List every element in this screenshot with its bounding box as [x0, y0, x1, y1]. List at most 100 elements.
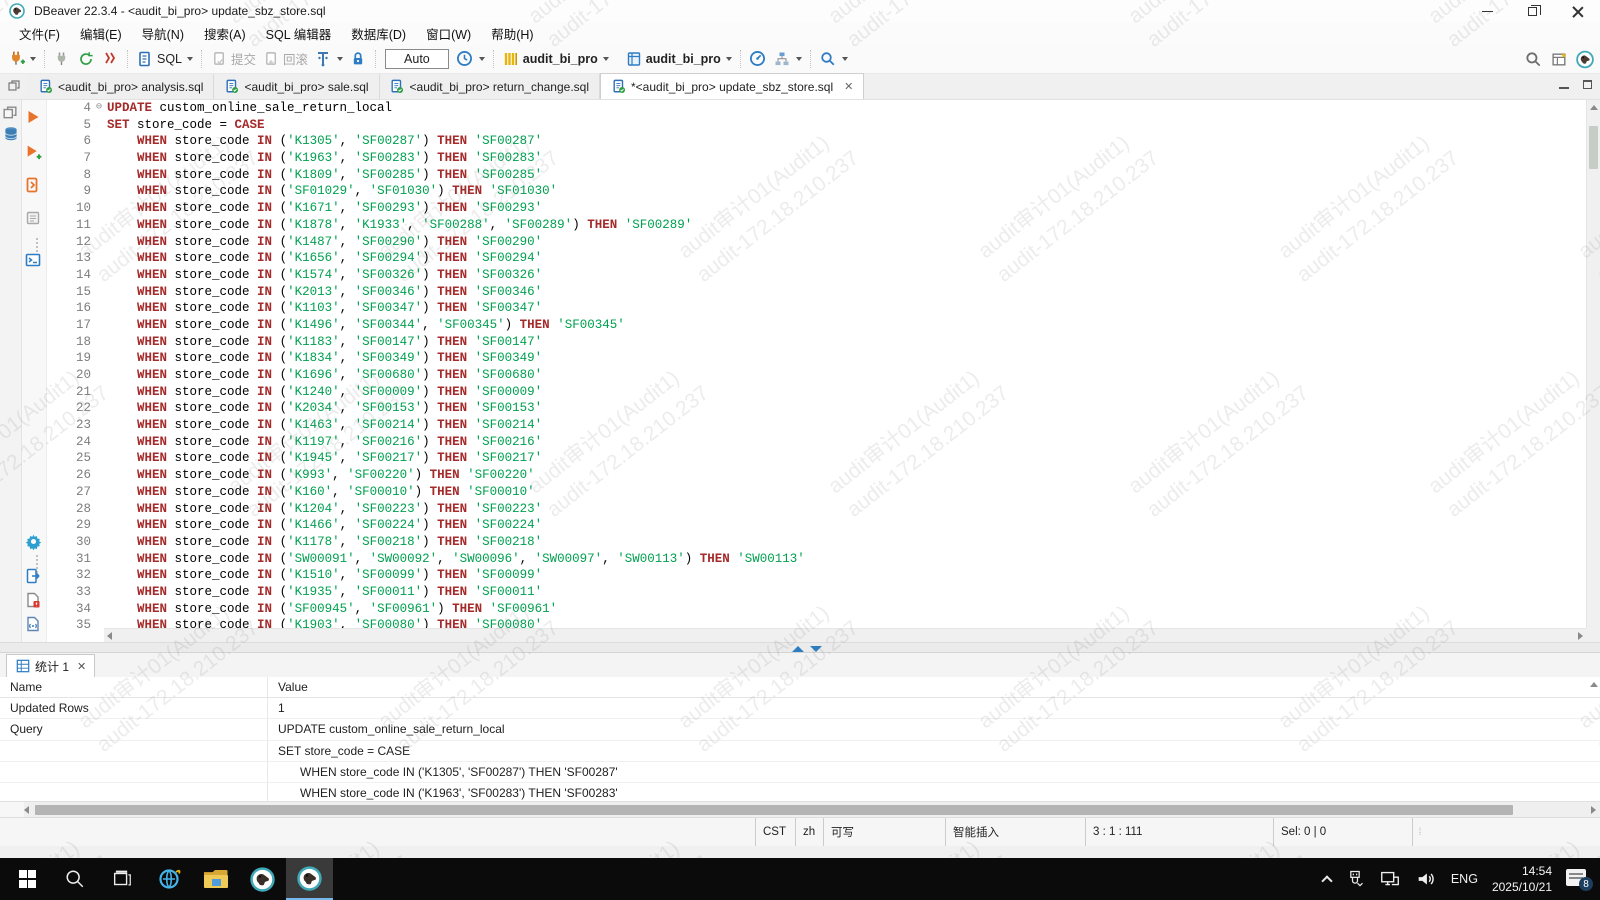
autocommit-mode-box[interactable]: Auto — [385, 49, 449, 69]
execution-plan-button[interactable] — [770, 48, 805, 70]
menu-item[interactable]: 窗口(W) — [417, 21, 480, 46]
row-value-cell[interactable]: 1 — [268, 698, 285, 718]
dashboard-button[interactable] — [746, 48, 770, 70]
status-segment[interactable]: 3 : 1 : 111 — [1085, 818, 1273, 846]
code-line[interactable]: 23 WHEN store_code IN ('K1463', 'SF00214… — [47, 417, 1586, 434]
status-segment[interactable]: Sel: 0 | 0 — [1273, 818, 1413, 846]
sash-maximize-icon[interactable] — [792, 646, 804, 652]
code-line[interactable]: 29 WHEN store_code IN ('K1466', 'SF00224… — [47, 517, 1586, 534]
code-line[interactable]: 5SET store_code = CASE — [47, 117, 1586, 134]
file-explorer-button[interactable] — [192, 858, 239, 900]
grid-header-name[interactable]: Name — [0, 677, 268, 697]
status-segment[interactable]: 智能插入 — [945, 818, 1085, 846]
code-line[interactable]: 32 WHEN store_code IN ('K1510', 'SF00099… — [47, 567, 1586, 584]
lock-button[interactable] — [346, 48, 370, 70]
window-close-button[interactable] — [1555, 0, 1600, 22]
code-line[interactable]: 11 WHEN store_code IN ('K1878', 'K1933',… — [47, 217, 1586, 234]
code-line[interactable]: 24 WHEN store_code IN ('K1197', 'SF00216… — [47, 434, 1586, 451]
connection-selector[interactable]: audit_bi_pro — [499, 48, 612, 70]
connect-button[interactable] — [50, 48, 74, 70]
code-line[interactable]: 35 WHEN store_code IN ('K1903', 'SF00080… — [47, 617, 1586, 628]
maximize-editor-icon[interactable] — [1583, 80, 1592, 89]
editor-tab[interactable]: *<audit_bi_pro> update_sbz_store.sql✕ — [600, 73, 864, 99]
row-value-cell[interactable]: SET store_code = CASE — [268, 741, 410, 761]
sql-console-button[interactable] — [25, 252, 41, 268]
dbeaver-taskbar-button-active[interactable] — [286, 858, 333, 900]
export-result-icon[interactable] — [25, 568, 41, 584]
code-line[interactable]: 13 WHEN store_code IN ('K1656', 'SF00294… — [47, 250, 1586, 267]
code-line[interactable]: 25 WHEN store_code IN ('K1945', 'SF00217… — [47, 450, 1586, 467]
script-output-icon[interactable] — [25, 616, 41, 632]
restore-panel-icon[interactable] — [5, 77, 23, 95]
save-report-icon[interactable] — [25, 592, 41, 608]
quick-access-search-icon[interactable] — [1524, 50, 1542, 68]
disconnect-button[interactable] — [98, 48, 122, 70]
code-line[interactable]: 22 WHEN store_code IN ('K2034', 'SF00153… — [47, 400, 1586, 417]
editor-tab[interactable]: <audit_bi_pro> analysis.sql — [28, 74, 214, 99]
code-line[interactable]: 17 WHEN store_code IN ('K1496', 'SF00344… — [47, 317, 1586, 334]
row-name-cell[interactable]: Updated Rows — [0, 698, 268, 718]
transaction-log-button[interactable] — [311, 48, 346, 70]
sql-code-editor[interactable]: 4⊖UPDATE custom_online_sale_return_local… — [47, 100, 1600, 642]
code-line[interactable]: 10 WHEN store_code IN ('K1671', 'SF00293… — [47, 200, 1586, 217]
editor-settings-gear-icon[interactable] — [25, 533, 42, 550]
task-view-button[interactable] — [98, 858, 145, 900]
restored-view-icon[interactable] — [3, 106, 17, 120]
row-name-cell[interactable]: Query — [0, 719, 268, 739]
scroll-up-icon[interactable] — [1590, 105, 1598, 110]
transaction-mode-button[interactable] — [453, 48, 488, 70]
results-vertical-scrollbar[interactable] — [1588, 677, 1600, 691]
scroll-left-icon[interactable] — [107, 632, 112, 640]
vertical-scroll-thumb[interactable] — [1589, 126, 1598, 169]
code-line[interactable]: 20 WHEN store_code IN ('K1696', 'SF00680… — [47, 367, 1586, 384]
menu-item[interactable]: 文件(F) — [10, 21, 69, 46]
database-navigator-icon[interactable] — [3, 126, 19, 142]
code-line[interactable]: 14 WHEN store_code IN ('K1574', 'SF00326… — [47, 267, 1586, 284]
grid-header-value[interactable]: Value — [268, 677, 308, 697]
close-icon[interactable]: ✕ — [77, 660, 86, 673]
code-line[interactable]: 9 WHEN store_code IN ('SF01029', 'SF0103… — [47, 183, 1586, 200]
code-line[interactable]: 33 WHEN store_code IN ('K1935', 'SF00011… — [47, 584, 1586, 601]
table-row[interactable]: SET store_code = CASE — [0, 741, 1600, 762]
menu-item[interactable]: 帮助(H) — [482, 21, 542, 46]
minimize-editor-icon[interactable] — [1559, 80, 1569, 89]
code-line[interactable]: 27 WHEN store_code IN ('K160', 'SF00010'… — [47, 484, 1586, 501]
table-row[interactable]: WHEN store_code IN ('K1305', 'SF00287') … — [0, 762, 1600, 783]
execute-statement-button[interactable] — [25, 109, 41, 125]
new-connection-button[interactable] — [4, 48, 39, 70]
menu-item[interactable]: 编辑(E) — [71, 21, 131, 46]
usb-tray-icon[interactable] — [1345, 869, 1365, 889]
rollback-button[interactable]: 回滚 — [259, 47, 311, 70]
menu-item[interactable]: 搜索(A) — [195, 21, 255, 46]
scroll-right-icon[interactable] — [1591, 806, 1596, 814]
reconnect-button[interactable] — [74, 48, 98, 70]
search-menu-button[interactable] — [816, 48, 851, 70]
code-line[interactable]: 31 WHEN store_code IN ('SW00091', 'SW000… — [47, 551, 1586, 568]
scroll-left-icon[interactable] — [24, 806, 29, 814]
commit-button[interactable]: 提交 — [207, 47, 259, 70]
dbeaver-perspective-icon[interactable] — [1576, 50, 1594, 68]
row-name-cell[interactable] — [0, 783, 268, 801]
execute-new-tab-button[interactable] — [25, 144, 42, 161]
code-line[interactable]: 21 WHEN store_code IN ('K1240', 'SF00009… — [47, 384, 1586, 401]
code-line[interactable]: 28 WHEN store_code IN ('K1204', 'SF00223… — [47, 501, 1586, 518]
horizontal-scroll-thumb[interactable] — [35, 805, 1513, 815]
code-line[interactable]: 30 WHEN store_code IN ('K1178', 'SF00218… — [47, 534, 1586, 551]
close-icon[interactable]: ✕ — [844, 80, 853, 93]
scroll-right-icon[interactable] — [1578, 632, 1583, 640]
code-line[interactable]: 6 WHEN store_code IN ('K1305', 'SF00287'… — [47, 133, 1586, 150]
show-hidden-icons-chevron[interactable] — [1321, 875, 1332, 886]
results-horizontal-scrollbar[interactable] — [0, 801, 1600, 817]
editor-tab[interactable]: <audit_bi_pro> sale.sql — [214, 74, 379, 99]
start-button[interactable] — [4, 858, 51, 900]
volume-tray-icon[interactable] — [1415, 868, 1437, 890]
window-restore-button[interactable] — [1510, 0, 1555, 22]
internet-explorer-button[interactable] — [145, 858, 192, 900]
row-name-cell[interactable] — [0, 741, 268, 761]
code-viewport[interactable]: 4⊖UPDATE custom_online_sale_return_local… — [47, 100, 1586, 628]
status-segment[interactable]: CST — [755, 818, 795, 846]
sql-editor-button[interactable]: SQL — [133, 48, 196, 70]
execute-script-button[interactable] — [25, 177, 41, 193]
action-center-button[interactable]: 8 — [1566, 869, 1590, 889]
table-row[interactable]: QueryUPDATE custom_online_sale_return_lo… — [0, 719, 1600, 740]
